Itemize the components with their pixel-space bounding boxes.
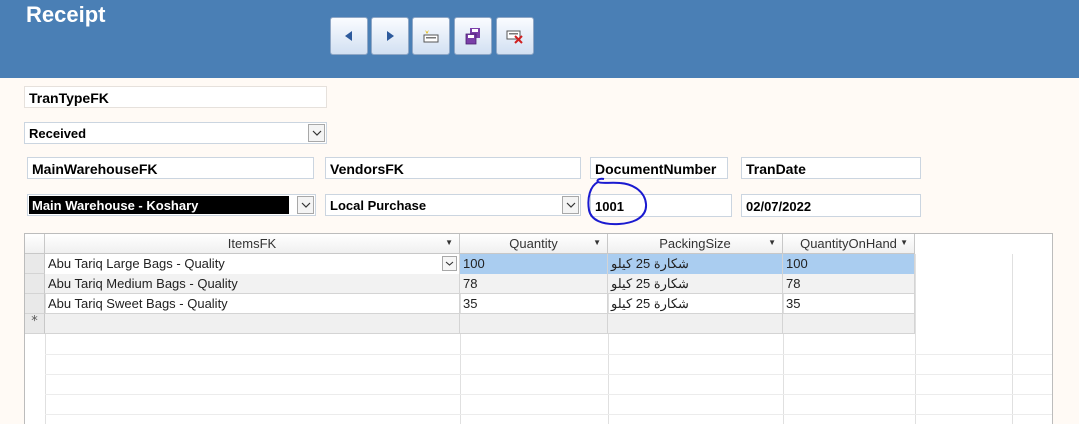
- triangle-left-icon: [345, 31, 352, 41]
- chevron-down-icon: [445, 261, 454, 266]
- items-cell[interactable]: Abu Tariq Large Bags - Quality: [45, 254, 460, 274]
- row-selector[interactable]: [25, 254, 45, 274]
- new-record-icon: [423, 30, 439, 43]
- column-header-row: ItemsFK ▼ Quantity ▼ PackingSize ▼ Quantity…: [25, 234, 1052, 254]
- new-row-selector[interactable]: *: [25, 314, 45, 334]
- row-selector[interactable]: [25, 274, 45, 294]
- packingsize-cell[interactable]: شكارة 25 كيلو: [608, 274, 783, 294]
- items-cell[interactable]: [45, 314, 460, 334]
- column-header-itemsfk[interactable]: ItemsFK ▼: [45, 234, 460, 254]
- vendors-label: VendorsFK: [325, 157, 581, 179]
- tran-type-value: Received: [29, 126, 87, 141]
- form-header: Receipt: [0, 0, 1079, 78]
- main-warehouse-label: MainWarehouseFK: [27, 157, 314, 179]
- cell-text: Abu Tariq Large Bags - Quality: [48, 256, 225, 271]
- sort-arrow-icon[interactable]: ▼: [445, 238, 453, 247]
- chevron-down-icon: [312, 130, 321, 136]
- column-header-quantity[interactable]: Quantity ▼: [460, 234, 608, 254]
- row-selector[interactable]: [25, 294, 45, 314]
- triangle-right-icon: [387, 31, 394, 41]
- delete-record-button[interactable]: [496, 17, 534, 55]
- main-warehouse-value: Main Warehouse - Koshary: [29, 196, 289, 214]
- select-all-corner[interactable]: [25, 234, 45, 254]
- packingsize-cell[interactable]: شكارة 25 كيلو: [608, 294, 783, 314]
- vendors-value: Local Purchase: [330, 198, 427, 213]
- column-header-label: Quantity: [509, 236, 558, 251]
- items-cell[interactable]: Abu Tariq Sweet Bags - Quality: [45, 294, 460, 314]
- quantity-cell[interactable]: [460, 314, 608, 334]
- delete-icon: [506, 30, 523, 44]
- item-dropdown-button[interactable]: [442, 256, 457, 271]
- sort-arrow-icon[interactable]: ▼: [900, 238, 908, 247]
- table-row[interactable]: Abu Tariq Sweet Bags - Quality 35 شكارة …: [45, 294, 915, 314]
- quantityonhand-cell[interactable]: 78: [783, 274, 915, 294]
- quantity-cell[interactable]: 78: [460, 274, 608, 294]
- save-icon: [465, 28, 480, 45]
- table-row[interactable]: Abu Tariq Large Bags - Quality 100 شكارة…: [45, 254, 915, 274]
- sort-arrow-icon[interactable]: ▼: [593, 238, 601, 247]
- column-header-packingsize[interactable]: PackingSize ▼: [608, 234, 783, 254]
- chevron-down-icon: [301, 202, 310, 208]
- vendors-dropdown-button[interactable]: [562, 196, 579, 214]
- quantity-cell[interactable]: 100: [460, 254, 608, 274]
- packingsize-cell[interactable]: شكارة 25 كيلو: [608, 254, 783, 274]
- items-cell[interactable]: Abu Tariq Medium Bags - Quality: [45, 274, 460, 294]
- items-datasheet[interactable]: ItemsFK ▼ Quantity ▼ PackingSize ▼ Quantity…: [24, 233, 1053, 424]
- annotation-circle: [587, 177, 648, 226]
- next-record-button[interactable]: [371, 17, 409, 55]
- column-header-label: PackingSize: [659, 236, 731, 251]
- tran-date-input[interactable]: 02/07/2022: [741, 194, 921, 217]
- new-record-button[interactable]: [412, 17, 450, 55]
- vendors-combo[interactable]: Local Purchase: [325, 194, 581, 216]
- new-record-row[interactable]: [45, 314, 915, 334]
- column-header-label: ItemsFK: [227, 236, 277, 251]
- save-record-button[interactable]: [454, 17, 492, 55]
- tran-date-label: TranDate: [741, 157, 921, 179]
- table-row[interactable]: Abu Tariq Medium Bags - Quality 78 شكارة…: [45, 274, 915, 294]
- sort-arrow-icon[interactable]: ▼: [768, 238, 776, 247]
- quantityonhand-cell[interactable]: [783, 314, 915, 334]
- quantity-cell[interactable]: 35: [460, 294, 608, 314]
- quantityonhand-cell[interactable]: 35: [783, 294, 915, 314]
- tran-type-combo[interactable]: Received: [24, 122, 327, 144]
- column-header-label: QuantityOnHand: [800, 236, 897, 251]
- packingsize-cell[interactable]: [608, 314, 783, 334]
- tran-type-dropdown-button[interactable]: [308, 124, 325, 142]
- quantityonhand-cell[interactable]: 100: [783, 254, 915, 274]
- tran-type-label: TranTypeFK: [24, 86, 327, 108]
- previous-record-button[interactable]: [330, 17, 368, 55]
- chevron-down-icon: [566, 202, 575, 208]
- main-warehouse-dropdown-button[interactable]: [297, 196, 314, 214]
- main-warehouse-combo[interactable]: Main Warehouse - Koshary: [27, 194, 316, 216]
- form-title: Receipt: [26, 2, 106, 27]
- column-header-quantityonhand[interactable]: QuantityOnHand ▼: [783, 234, 915, 254]
